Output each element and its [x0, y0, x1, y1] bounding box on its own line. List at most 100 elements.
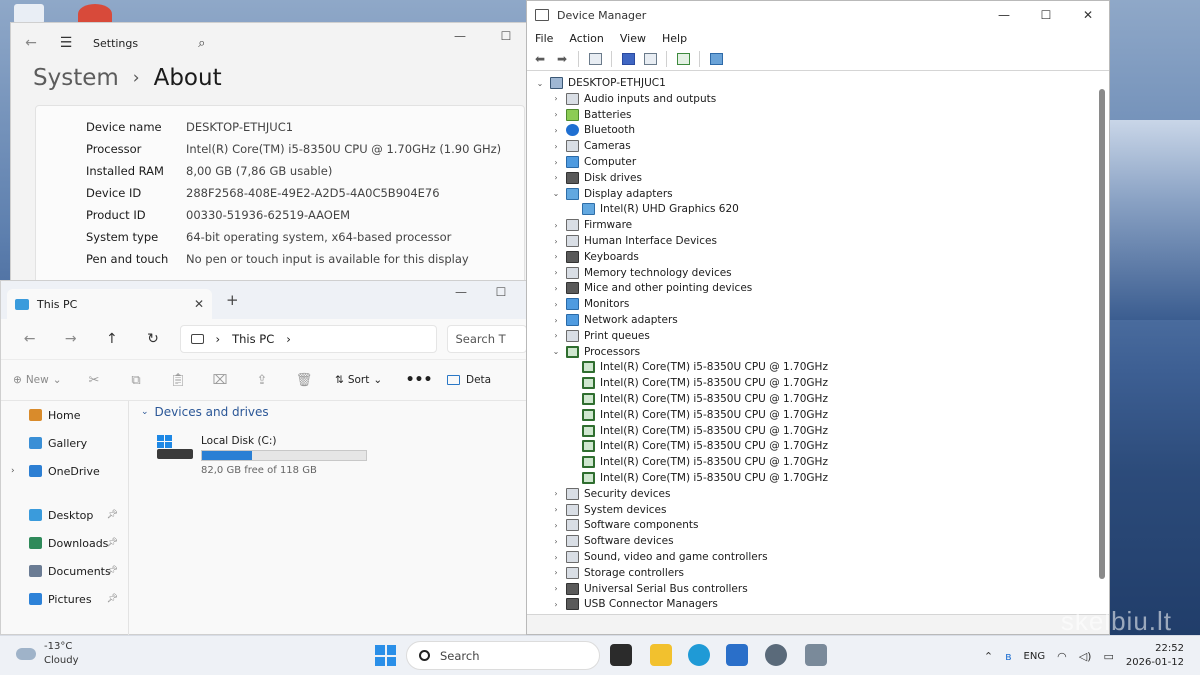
device-category[interactable]: › Bluetooth	[551, 122, 635, 138]
details-button[interactable]: Deta	[447, 374, 491, 386]
device-category[interactable]: › Storage controllers	[551, 565, 684, 581]
search-icon[interactable]: ⌕	[198, 36, 205, 51]
copy-icon[interactable]: ⧉	[115, 373, 157, 388]
maximize-button[interactable]: ☐	[483, 29, 529, 43]
more-options-button[interactable]: •••	[399, 372, 439, 388]
bluetooth-icon[interactable]: ʙ	[1005, 650, 1011, 663]
device-item[interactable]: Intel(R) Core(TM) i5-8350U CPU @ 1.70GHz	[567, 407, 828, 423]
device-category[interactable]: › Disk drives	[551, 170, 642, 186]
device-item[interactable]: Intel(R) Core(TM) i5-8350U CPU @ 1.70GHz	[567, 359, 828, 375]
close-button[interactable]: ✕	[1067, 1, 1109, 29]
nav-item-gallery[interactable]: Gallery	[1, 429, 128, 457]
scan-hardware-icon[interactable]	[674, 51, 692, 67]
settings-gear-icon[interactable]	[765, 644, 787, 666]
windows-start-icon[interactable]	[375, 645, 396, 666]
devices-and-drives-header[interactable]: ⌄ Devices and drives	[141, 405, 269, 419]
sort-button[interactable]: ⇅ Sort ⌄	[335, 374, 399, 386]
collapse-chevron-icon[interactable]: ⌄	[535, 79, 545, 88]
clock[interactable]: 22:52 2026-01-12	[1126, 642, 1184, 670]
menu-view[interactable]: View	[620, 32, 646, 45]
chevron-up-icon[interactable]: ⌃	[984, 650, 993, 663]
expand-chevron-icon[interactable]: ›	[551, 252, 561, 261]
expand-chevron-icon[interactable]: ›	[551, 284, 561, 293]
device-category[interactable]: › Universal Serial Bus controllers	[551, 581, 748, 597]
battery-icon[interactable]: ▭	[1103, 650, 1113, 663]
back-arrow-icon[interactable]: ←	[9, 331, 50, 347]
nav-item-desktop[interactable]: Desktop 📌︎	[1, 501, 128, 529]
maximize-button[interactable]: ☐	[481, 285, 521, 299]
store-icon[interactable]	[726, 644, 748, 666]
expand-chevron-icon[interactable]: ›	[551, 600, 561, 609]
expand-chevron-icon[interactable]: ›	[551, 110, 561, 119]
nav-item-home[interactable]: Home	[1, 401, 128, 429]
device-category[interactable]: › Computer	[551, 154, 636, 170]
close-tab-icon[interactable]: ✕	[194, 297, 204, 311]
minimize-button[interactable]: —	[983, 1, 1025, 29]
explorer-search-input[interactable]: Search T	[446, 325, 527, 353]
cut-icon[interactable]: ✂	[73, 373, 115, 388]
expand-chevron-icon[interactable]: ›	[551, 553, 561, 562]
back-arrow-icon[interactable]: ⬅	[531, 51, 549, 67]
device-category[interactable]: › Print queues	[551, 328, 650, 344]
device-item[interactable]: Intel(R) Core(TM) i5-8350U CPU @ 1.70GHz	[567, 470, 828, 486]
device-category[interactable]: › Software components	[551, 517, 699, 533]
device-category[interactable]: › Memory technology devices	[551, 265, 732, 281]
collapse-chevron-icon[interactable]: ⌄	[551, 347, 561, 356]
expand-chevron-icon[interactable]: ›	[551, 142, 561, 151]
device-item[interactable]: Intel(R) Core(TM) i5-8350U CPU @ 1.70GHz	[567, 375, 828, 391]
device-category[interactable]: › Mice and other pointing devices	[551, 280, 752, 296]
nav-item-onedrive[interactable]: › OneDrive	[1, 457, 128, 485]
edge-icon[interactable]	[688, 644, 710, 666]
language-indicator[interactable]: ENG	[1024, 651, 1046, 662]
back-arrow-icon[interactable]: ←	[11, 35, 51, 51]
minimize-button[interactable]: —	[437, 29, 483, 43]
expand-chevron-icon[interactable]: ›	[551, 521, 561, 530]
expand-chevron-icon[interactable]: ›	[551, 537, 561, 546]
chevron-right-icon[interactable]: ›	[11, 466, 15, 476]
paste-icon[interactable]: 📋︎	[157, 373, 199, 388]
help-icon[interactable]	[619, 51, 637, 67]
device-category[interactable]: › Security devices	[551, 486, 670, 502]
taskbar-search-box[interactable]: Search	[406, 641, 600, 670]
properties-icon[interactable]	[586, 51, 604, 67]
device-category[interactable]: ⌄ DESKTOP-ETHJUC1	[535, 75, 666, 91]
device-category[interactable]: › USB Connector Managers	[551, 596, 718, 612]
expand-chevron-icon[interactable]: ›	[551, 505, 561, 514]
breadcrumb-system[interactable]: System	[33, 65, 119, 91]
device-category[interactable]: ⌄ Display adapters	[551, 186, 673, 202]
nav-item-documents[interactable]: Documents 📌︎	[1, 557, 128, 585]
device-item[interactable]: Intel(R) Core(TM) i5-8350U CPU @ 1.70GHz	[567, 391, 828, 407]
view-icon[interactable]	[641, 51, 659, 67]
wifi-icon[interactable]: ◠	[1057, 650, 1067, 663]
hamburger-menu-icon[interactable]: ☰	[51, 35, 81, 51]
delete-icon[interactable]: 🗑︎	[283, 373, 325, 388]
expand-chevron-icon[interactable]: ›	[551, 568, 561, 577]
expand-chevron-icon[interactable]: ›	[551, 268, 561, 277]
expand-chevron-icon[interactable]: ›	[551, 584, 561, 593]
vertical-scrollbar[interactable]	[1099, 89, 1105, 579]
expand-chevron-icon[interactable]: ›	[551, 94, 561, 103]
share-icon[interactable]: ⇪	[241, 373, 283, 388]
new-tab-icon[interactable]: +	[226, 291, 239, 309]
expand-chevron-icon[interactable]: ›	[551, 158, 561, 167]
expand-chevron-icon[interactable]: ›	[551, 173, 561, 182]
chrome-desktop-icon[interactable]	[78, 4, 112, 24]
device-category[interactable]: › Monitors	[551, 296, 629, 312]
menu-file[interactable]: File	[535, 32, 553, 45]
expand-chevron-icon[interactable]: ›	[551, 237, 561, 246]
rename-icon[interactable]: ⌧	[199, 373, 241, 388]
device-category[interactable]: › Batteries	[551, 107, 632, 123]
monitor-icon[interactable]	[707, 51, 725, 67]
expand-chevron-icon[interactable]: ›	[551, 316, 561, 325]
device-category[interactable]: › Network adapters	[551, 312, 678, 328]
collapse-chevron-icon[interactable]: ⌄	[551, 189, 561, 198]
expand-chevron-icon[interactable]: ›	[551, 126, 561, 135]
device-item[interactable]: Intel(R) Core(TM) i5-8350U CPU @ 1.70GHz	[567, 423, 828, 439]
file-explorer-icon[interactable]	[650, 644, 672, 666]
forward-arrow-icon[interactable]: ➡	[553, 51, 571, 67]
device-category[interactable]: › Keyboards	[551, 249, 639, 265]
device-category[interactable]: › Sound, video and game controllers	[551, 549, 768, 565]
menu-help[interactable]: Help	[662, 32, 687, 45]
expand-chevron-icon[interactable]: ›	[551, 300, 561, 309]
device-category[interactable]: ⌄ Processors	[551, 344, 640, 360]
